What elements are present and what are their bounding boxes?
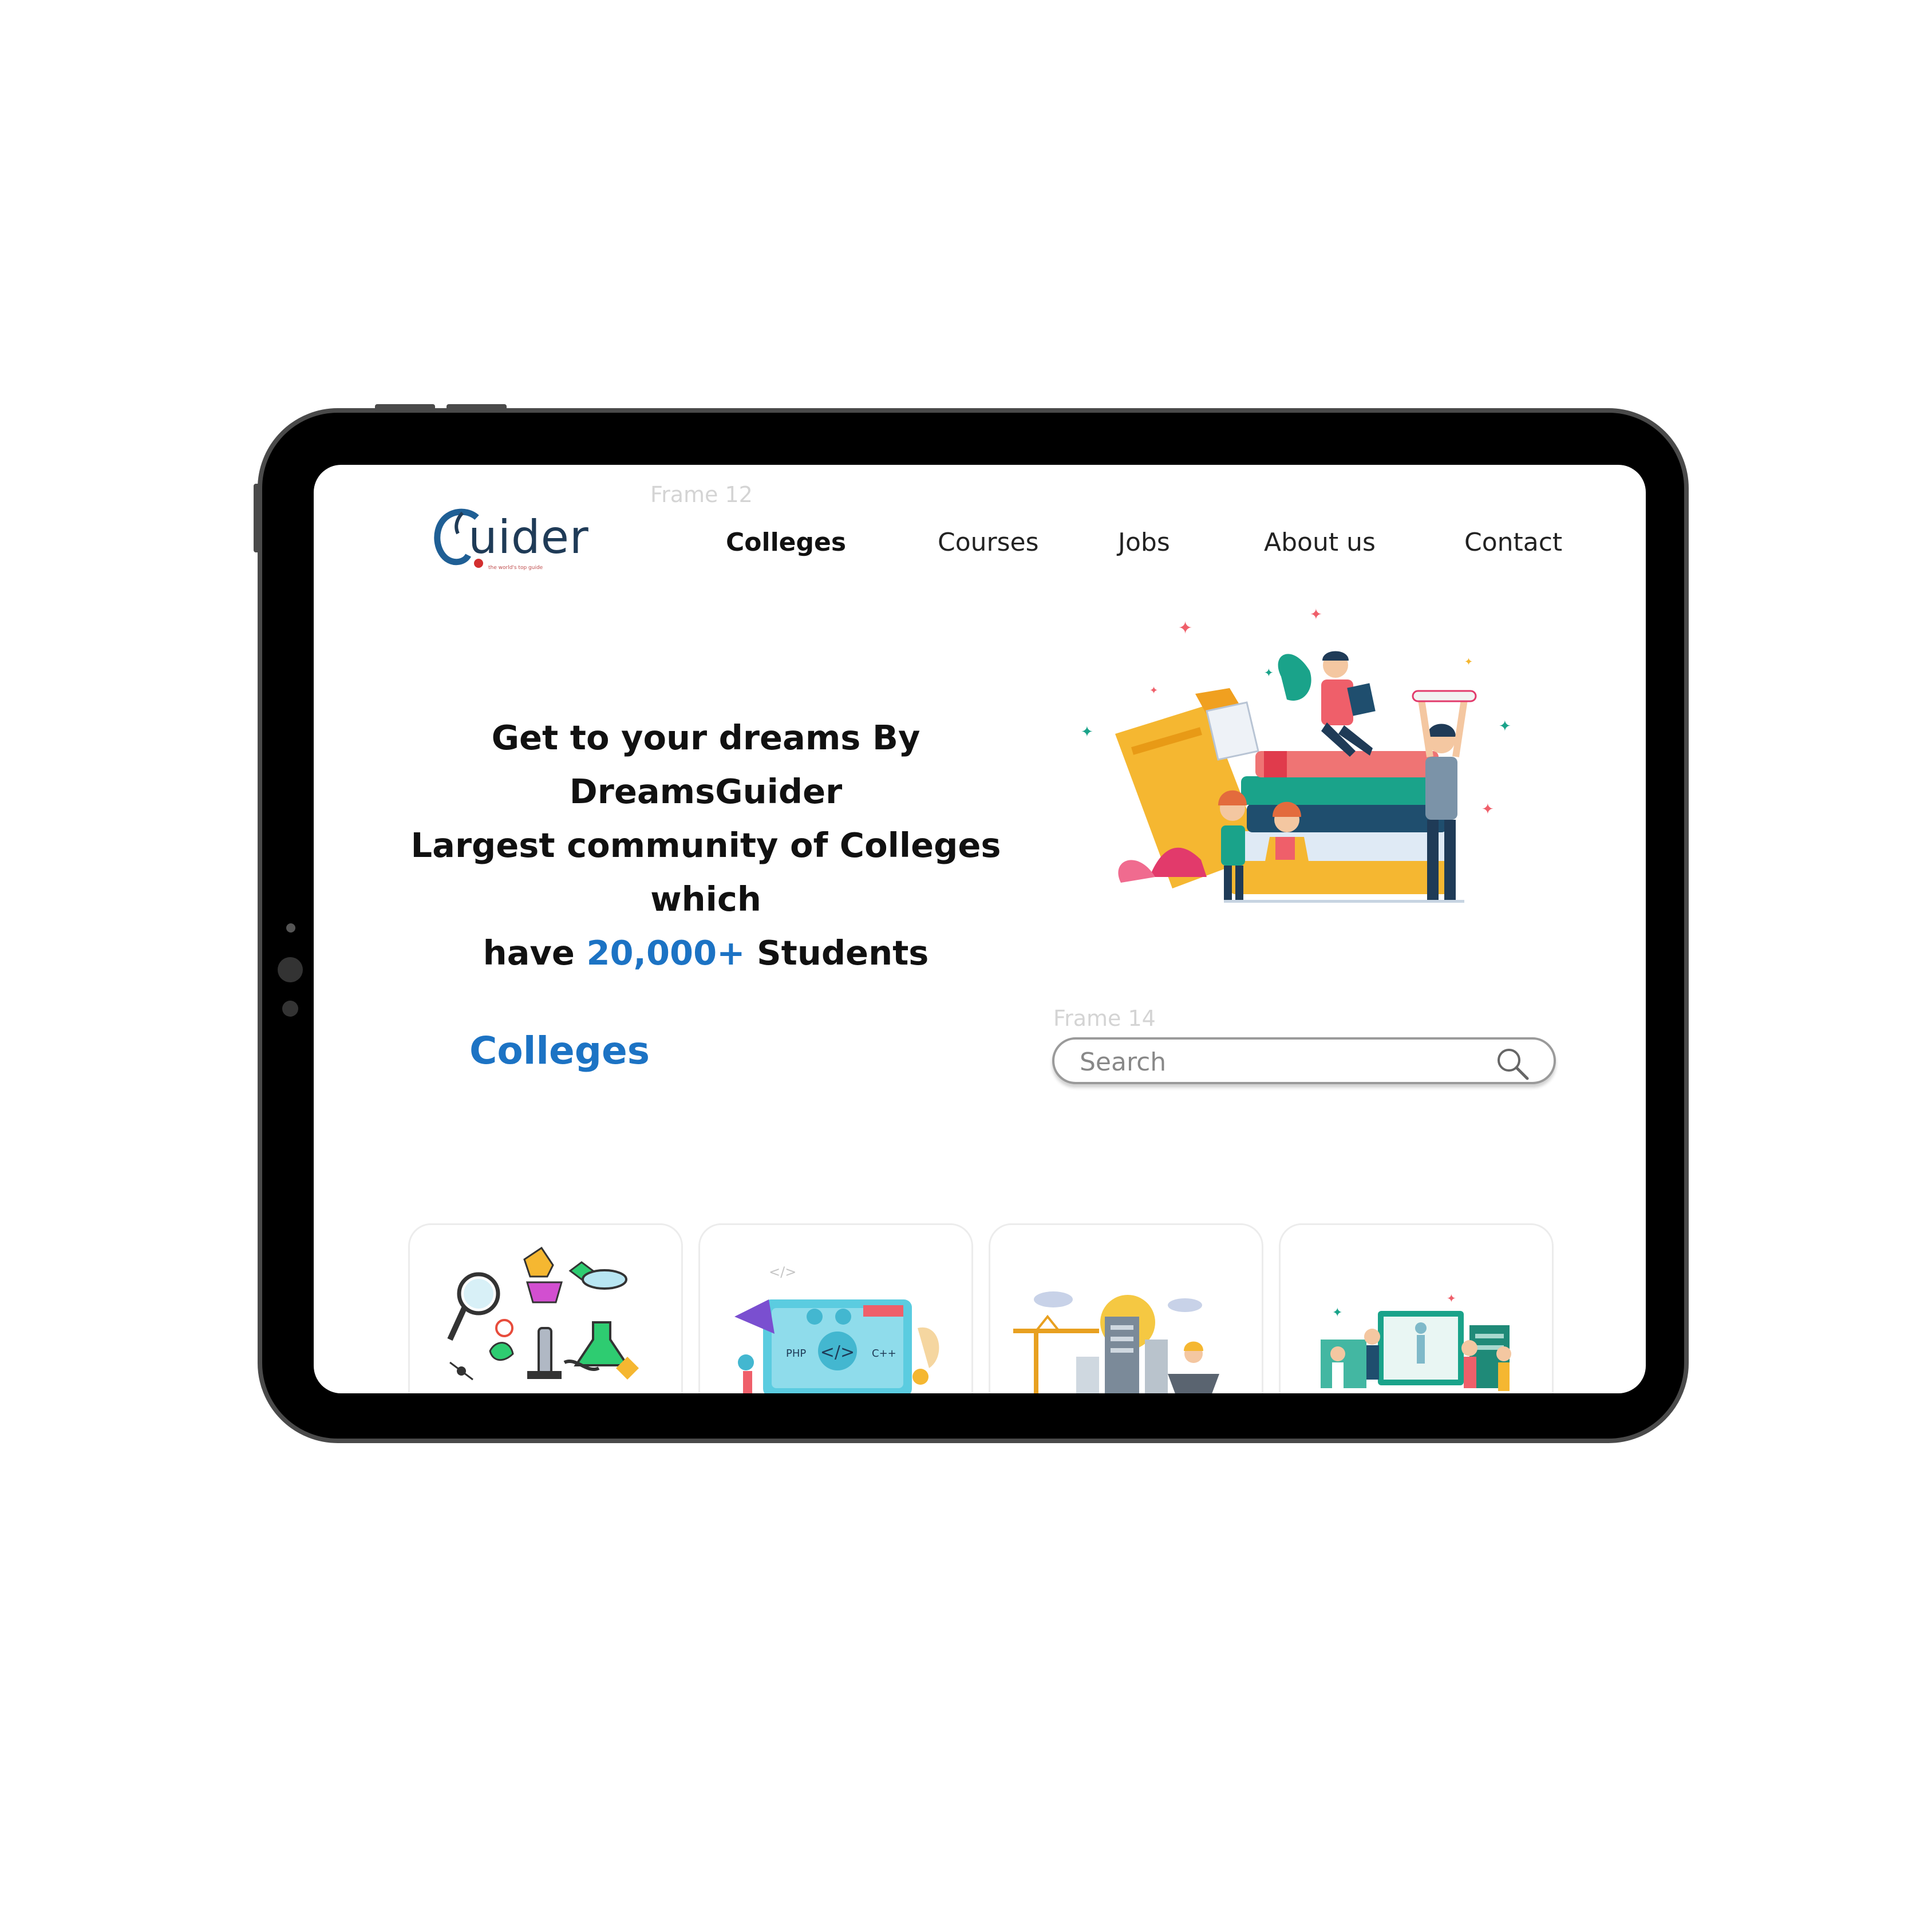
svg-text:</>: </> xyxy=(769,1264,796,1280)
science-icon xyxy=(447,1246,639,1381)
nav-contact[interactable]: Contact xyxy=(1464,528,1562,557)
svg-text:C++: C++ xyxy=(872,1348,896,1360)
svg-text:✦: ✦ xyxy=(1499,718,1511,735)
coding-icon: </> PHP C++ </> xyxy=(734,1264,939,1393)
logo-tagline: the world's top guide xyxy=(488,565,543,571)
tablet-sensor xyxy=(282,1001,298,1017)
svg-text:✦: ✦ xyxy=(1310,608,1322,623)
hero-line-1: Get to your dreams By DreamsGuider xyxy=(491,718,920,811)
hero-heading: Get to your dreams By DreamsGuider Large… xyxy=(354,711,1058,980)
svg-text:PHP: PHP xyxy=(786,1348,806,1360)
svg-text:✦: ✦ xyxy=(1464,656,1473,668)
tablet-camera-dot xyxy=(286,923,295,933)
hero-line-3: have 20,000+ Students xyxy=(354,926,1058,980)
svg-text:✦: ✦ xyxy=(1481,801,1494,818)
svg-text:✦: ✦ xyxy=(1178,618,1192,638)
logo-text: uider xyxy=(468,511,589,564)
tablet-camera-lens xyxy=(278,957,303,982)
nav-colleges[interactable]: Colleges xyxy=(726,528,846,557)
svg-text:</>: </> xyxy=(820,1342,855,1362)
nav-jobs[interactable]: Jobs xyxy=(1118,528,1170,557)
svg-text:✦: ✦ xyxy=(1264,666,1274,679)
nav-about-us[interactable]: About us xyxy=(1264,528,1376,557)
college-card-medical[interactable]: ✦ ✦ xyxy=(1279,1223,1554,1393)
search-box xyxy=(1052,1037,1556,1084)
hero-line-3-pre: have xyxy=(483,933,587,973)
college-card-science[interactable] xyxy=(408,1223,683,1393)
students-books-illustration: ✦ ✦ ✦ ✦ ✦ ✦ ✦ ✦ xyxy=(1081,608,1511,903)
svg-text:✦: ✦ xyxy=(1332,1306,1342,1320)
frame-label-nav: Frame 12 xyxy=(650,482,753,507)
svg-text:✦: ✦ xyxy=(1149,685,1158,697)
nav-courses[interactable]: Courses xyxy=(938,528,1039,557)
college-card-coding[interactable]: </> PHP C++ </> xyxy=(698,1223,973,1393)
frame-label-search: Frame 14 xyxy=(1053,1006,1156,1031)
search-icon[interactable] xyxy=(1494,1045,1531,1082)
college-card-engineering[interactable] xyxy=(989,1223,1263,1393)
search-input[interactable] xyxy=(1078,1045,1481,1078)
hero-line-2: Largest community of Colleges which xyxy=(410,825,1001,919)
svg-text:✦: ✦ xyxy=(1447,1291,1456,1305)
medical-icon: ✦ ✦ xyxy=(1321,1291,1511,1391)
hero-student-count: 20,000+ xyxy=(586,933,745,973)
guider-logo[interactable]: uider the world's top guide xyxy=(428,499,611,585)
hero-line-3-post: Students xyxy=(745,933,929,973)
construction-icon xyxy=(1013,1291,1219,1393)
svg-text:✦: ✦ xyxy=(1081,724,1093,741)
colleges-section-title: Colleges xyxy=(469,1029,650,1073)
tablet-screen: Frame 12 uider the world's top guide Col… xyxy=(314,465,1646,1393)
